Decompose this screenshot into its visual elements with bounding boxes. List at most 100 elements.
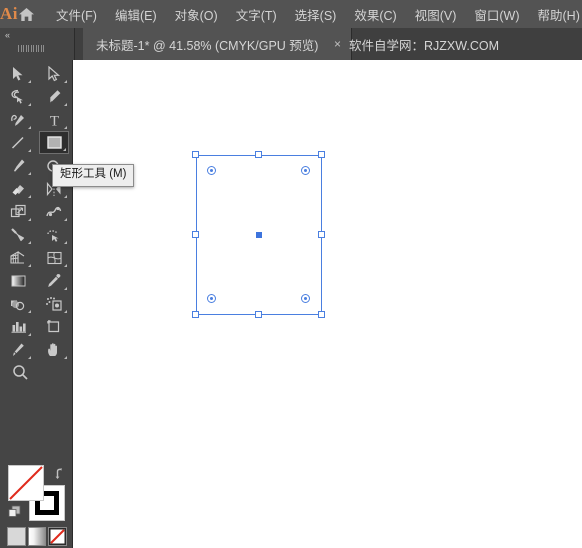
flyout-triangle-icon bbox=[64, 218, 67, 221]
menu-window[interactable]: 窗口(W) bbox=[465, 0, 528, 28]
promo-label: 软件自学网：RJZXW.COM bbox=[349, 38, 499, 53]
flyout-triangle-icon bbox=[64, 356, 67, 359]
flyout-triangle-icon bbox=[28, 195, 31, 198]
selection-tool[interactable] bbox=[3, 62, 33, 85]
home-icon[interactable] bbox=[18, 0, 35, 28]
none-slash-icon bbox=[9, 466, 43, 500]
gradient-mode-button[interactable] bbox=[27, 527, 47, 546]
type-tool[interactable]: T bbox=[39, 108, 69, 131]
gradient-tool[interactable] bbox=[3, 269, 33, 292]
document-tab[interactable]: 未标题-1* @ 41.58% (CMYK/GPU 预览) × bbox=[83, 28, 353, 60]
swap-fill-stroke-icon[interactable] bbox=[54, 467, 68, 481]
mesh-tool[interactable] bbox=[39, 246, 69, 269]
eraser-tool[interactable] bbox=[3, 177, 33, 200]
svg-text:T: T bbox=[49, 113, 58, 128]
direct-selection-tool[interactable] bbox=[39, 62, 69, 85]
curvature-tool[interactable] bbox=[3, 108, 33, 131]
corner-radius-widget-top-left[interactable] bbox=[207, 166, 216, 175]
flyout-triangle-icon bbox=[64, 103, 67, 106]
flyout-triangle-icon bbox=[28, 126, 31, 129]
artboard-tool[interactable] bbox=[39, 315, 69, 338]
menu-object[interactable]: 对象(O) bbox=[166, 0, 227, 28]
flyout-triangle-icon bbox=[64, 195, 67, 198]
zoom-tool[interactable] bbox=[5, 361, 35, 384]
tool-tooltip: 矩形工具 (M) bbox=[52, 164, 135, 187]
handle-top-center[interactable] bbox=[255, 151, 262, 158]
close-icon[interactable]: × bbox=[331, 38, 343, 50]
flyout-triangle-icon bbox=[64, 287, 67, 290]
menu-view[interactable]: 视图(V) bbox=[406, 0, 466, 28]
flyout-triangle-icon bbox=[28, 103, 31, 106]
flyout-triangle-icon bbox=[64, 126, 67, 129]
flyout-triangle-icon bbox=[64, 264, 67, 267]
corner-radius-widget-bottom-right[interactable] bbox=[301, 294, 310, 303]
tools-panel: T bbox=[0, 60, 73, 548]
flyout-triangle-icon bbox=[28, 172, 31, 175]
color-mode-button[interactable] bbox=[7, 527, 26, 546]
flyout-triangle-icon bbox=[28, 149, 31, 152]
free-transform-tool[interactable] bbox=[3, 223, 33, 246]
handle-top-right[interactable] bbox=[318, 151, 325, 158]
menu-edit[interactable]: 编辑(E) bbox=[106, 0, 166, 28]
handle-bottom-right[interactable] bbox=[318, 311, 325, 318]
corner-radius-widget-bottom-left[interactable] bbox=[207, 294, 216, 303]
collapse-panel-icon[interactable]: « bbox=[5, 30, 23, 41]
none-mode-button[interactable] bbox=[48, 527, 68, 546]
fill-swatch[interactable] bbox=[8, 465, 44, 501]
handle-bottom-center[interactable] bbox=[255, 311, 262, 318]
fill-stroke-control bbox=[8, 465, 68, 521]
document-tab-bar: « 未标题-1* @ 41.58% (CMYK/GPU 预览) × 软件自学网：… bbox=[0, 28, 582, 60]
slice-tool[interactable] bbox=[3, 338, 33, 361]
scale-tool[interactable] bbox=[3, 200, 33, 223]
illustrator-window: Ai 文件(F) 编辑(E) 对象(O) 文字(T) 选择(S) 效果(C) 视… bbox=[0, 0, 582, 548]
flyout-triangle-icon bbox=[28, 264, 31, 267]
lasso-tool[interactable] bbox=[3, 85, 33, 108]
flyout-triangle-icon bbox=[64, 310, 67, 313]
menu-file[interactable]: 文件(F) bbox=[47, 0, 106, 28]
flyout-triangle-icon bbox=[28, 310, 31, 313]
menu-select[interactable]: 选择(S) bbox=[286, 0, 346, 28]
handle-middle-right[interactable] bbox=[318, 231, 325, 238]
column-graph-tool[interactable] bbox=[3, 315, 33, 338]
eyedropper-tool[interactable] bbox=[39, 269, 69, 292]
width-tool[interactable] bbox=[39, 200, 69, 223]
paintbrush-tool[interactable] bbox=[3, 154, 33, 177]
fill-mode-buttons bbox=[7, 527, 68, 547]
flyout-triangle-icon bbox=[64, 80, 67, 83]
corner-radius-widget-top-right[interactable] bbox=[301, 166, 310, 175]
handle-middle-left[interactable] bbox=[192, 231, 199, 238]
line-segment-tool[interactable] bbox=[3, 131, 33, 154]
menu-effect[interactable]: 效果(C) bbox=[345, 0, 405, 28]
pen-tool[interactable] bbox=[39, 85, 69, 108]
artboard-canvas[interactable] bbox=[73, 60, 582, 548]
center-anchor-point bbox=[256, 232, 262, 238]
flyout-triangle-icon bbox=[28, 218, 31, 221]
rectangle-tool[interactable] bbox=[39, 131, 69, 154]
flyout-triangle-icon bbox=[28, 333, 31, 336]
perspective-grid-tool[interactable] bbox=[3, 246, 33, 269]
flyout-triangle-icon bbox=[63, 148, 66, 151]
flyout-triangle-icon bbox=[28, 241, 31, 244]
menu-type[interactable]: 文字(T) bbox=[227, 0, 286, 28]
blend-tool[interactable] bbox=[3, 292, 33, 315]
toolbar-header: « bbox=[0, 28, 75, 60]
selected-rectangle[interactable] bbox=[192, 151, 325, 318]
handle-top-left[interactable] bbox=[192, 151, 199, 158]
handle-bottom-left[interactable] bbox=[192, 311, 199, 318]
zoom-tool-row bbox=[0, 361, 73, 384]
toolbar-drag-grip[interactable] bbox=[18, 44, 52, 52]
menu-bar: Ai 文件(F) 编辑(E) 对象(O) 文字(T) 选择(S) 效果(C) 视… bbox=[0, 0, 582, 28]
flyout-triangle-icon bbox=[64, 241, 67, 244]
document-tab-title: 未标题-1* @ 41.58% (CMYK/GPU 预览) bbox=[96, 38, 319, 53]
shape-builder-tool[interactable] bbox=[39, 223, 69, 246]
menu-help[interactable]: 帮助(H) bbox=[529, 0, 582, 28]
flyout-triangle-icon bbox=[28, 80, 31, 83]
color-controls bbox=[0, 405, 73, 548]
symbol-sprayer-tool[interactable] bbox=[39, 292, 69, 315]
tool-grid: T bbox=[0, 62, 73, 384]
menu-item-list: 文件(F) 编辑(E) 对象(O) 文字(T) 选择(S) 效果(C) 视图(V… bbox=[47, 0, 582, 28]
app-logo: Ai bbox=[0, 4, 18, 23]
default-fill-stroke-icon[interactable] bbox=[8, 505, 22, 519]
hand-tool[interactable] bbox=[39, 338, 69, 361]
flyout-triangle-icon bbox=[28, 356, 31, 359]
